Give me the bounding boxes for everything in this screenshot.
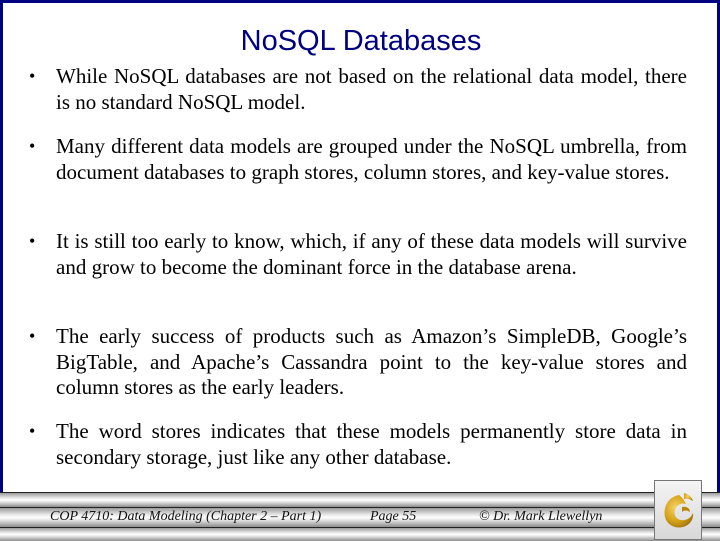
slide-title: NoSQL Databases — [240, 25, 482, 57]
footer-course-title: COP 4710: Data Modeling (Chapter 2 – Par… — [50, 509, 322, 524]
bullet-text: The word stores indicates that these mod… — [56, 419, 687, 469]
bullet-dot-icon: • — [29, 421, 36, 441]
bullet-dot-icon: • — [29, 231, 36, 251]
bullet-text: While NoSQL databases are not based on t… — [56, 64, 687, 114]
slide-footer: COP 4710: Data Modeling (Chapter 2 – Par… — [0, 492, 720, 541]
bullet-item: • The word stores indicates that these m… — [29, 419, 687, 470]
bullet-dot-icon: • — [29, 66, 36, 86]
footer-copyright: © Dr. Mark Llewellyn — [479, 509, 603, 524]
bullet-item: • While NoSQL databases are not based on… — [29, 64, 687, 115]
footer-band-top — [0, 492, 720, 507]
bullet-item: • Many different data models are grouped… — [29, 134, 687, 185]
bullet-text: Many different data models are grouped u… — [56, 134, 687, 184]
bullet-item: • The early success of products such as … — [29, 324, 687, 401]
footer-page-number: Page 55 — [370, 509, 417, 524]
bullet-text: It is still too early to know, which, if… — [56, 229, 687, 279]
pegasus-logo-graphic — [664, 493, 694, 528]
bullet-text: The early success of products such as Am… — [56, 324, 687, 399]
bullet-dot-icon: • — [29, 326, 36, 346]
bullet-dot-icon: • — [29, 136, 36, 156]
bullet-item: • It is still too early to know, which, … — [29, 229, 687, 280]
footer-band-bottom — [0, 527, 720, 541]
pegasus-logo-icon — [654, 480, 702, 540]
